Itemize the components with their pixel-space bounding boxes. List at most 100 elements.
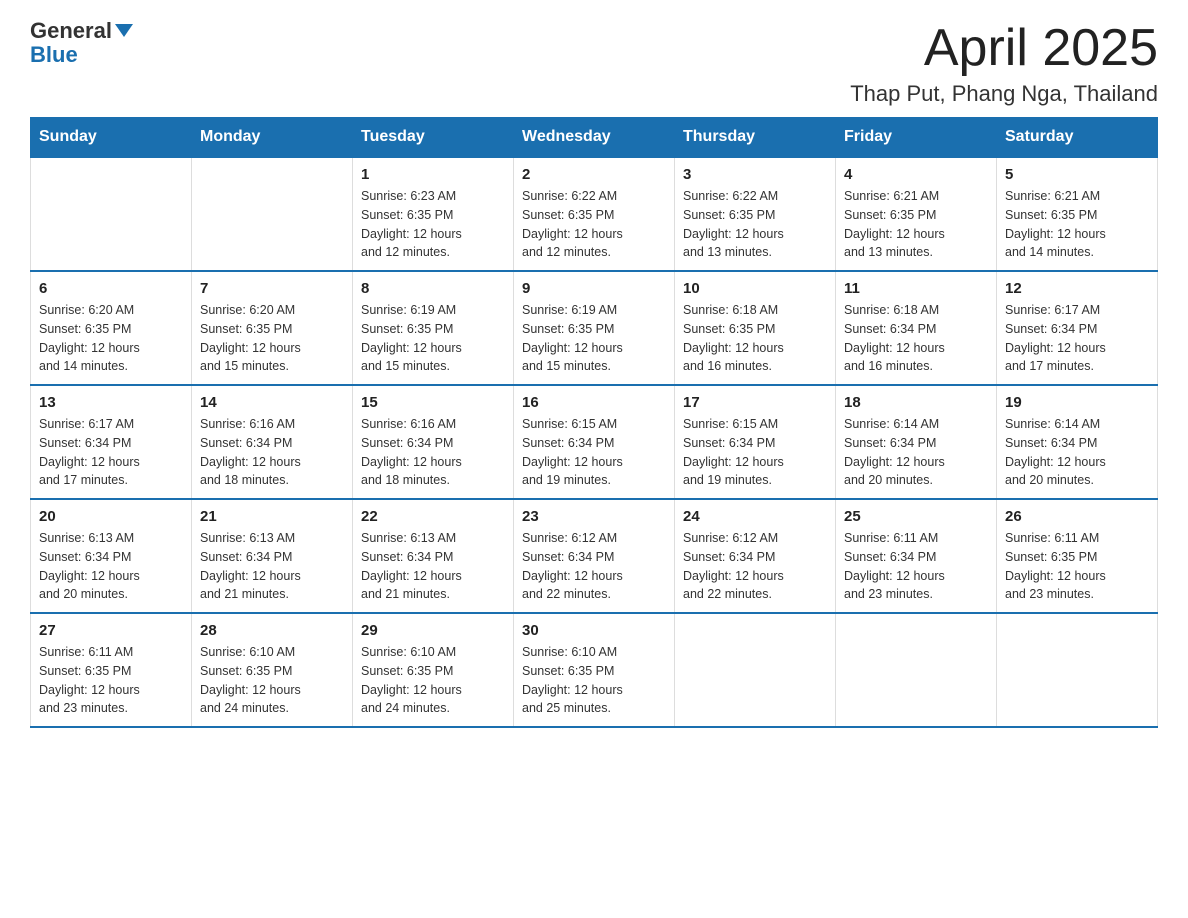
day-number: 24: [683, 508, 827, 525]
calendar-table: SundayMondayTuesdayWednesdayThursdayFrid…: [30, 117, 1158, 728]
weekday-header-friday: Friday: [836, 118, 997, 158]
day-number: 9: [522, 280, 666, 297]
day-info: Sunrise: 6:16 AM Sunset: 6:34 PM Dayligh…: [200, 415, 344, 490]
day-info: Sunrise: 6:11 AM Sunset: 6:35 PM Dayligh…: [39, 643, 183, 718]
calendar-cell: 10 Sunrise: 6:18 AM Sunset: 6:35 PM Dayli…: [675, 271, 836, 385]
calendar-week-5: 27 Sunrise: 6:11 AM Sunset: 6:35 PM Dayli…: [31, 613, 1158, 727]
calendar-cell: 27 Sunrise: 6:11 AM Sunset: 6:35 PM Dayli…: [31, 613, 192, 727]
day-info: Sunrise: 6:14 AM Sunset: 6:34 PM Dayligh…: [844, 415, 988, 490]
day-info: Sunrise: 6:16 AM Sunset: 6:34 PM Dayligh…: [361, 415, 505, 490]
calendar-cell: 18 Sunrise: 6:14 AM Sunset: 6:34 PM Dayli…: [836, 385, 997, 499]
calendar-week-2: 6 Sunrise: 6:20 AM Sunset: 6:35 PM Daylig…: [31, 271, 1158, 385]
weekday-header-sunday: Sunday: [31, 118, 192, 158]
day-info: Sunrise: 6:11 AM Sunset: 6:35 PM Dayligh…: [1005, 529, 1149, 604]
day-info: Sunrise: 6:17 AM Sunset: 6:34 PM Dayligh…: [1005, 301, 1149, 376]
day-info: Sunrise: 6:20 AM Sunset: 6:35 PM Dayligh…: [39, 301, 183, 376]
day-info: Sunrise: 6:15 AM Sunset: 6:34 PM Dayligh…: [522, 415, 666, 490]
calendar-cell: 29 Sunrise: 6:10 AM Sunset: 6:35 PM Dayli…: [353, 613, 514, 727]
day-number: 16: [522, 394, 666, 411]
main-title: April 2025: [850, 20, 1158, 77]
day-number: 14: [200, 394, 344, 411]
calendar-cell: [997, 613, 1158, 727]
calendar-cell: 17 Sunrise: 6:15 AM Sunset: 6:34 PM Dayli…: [675, 385, 836, 499]
day-number: 5: [1005, 166, 1149, 183]
day-info: Sunrise: 6:17 AM Sunset: 6:34 PM Dayligh…: [39, 415, 183, 490]
day-info: Sunrise: 6:21 AM Sunset: 6:35 PM Dayligh…: [1005, 187, 1149, 262]
day-info: Sunrise: 6:13 AM Sunset: 6:34 PM Dayligh…: [361, 529, 505, 604]
day-info: Sunrise: 6:10 AM Sunset: 6:35 PM Dayligh…: [522, 643, 666, 718]
day-number: 27: [39, 622, 183, 639]
day-info: Sunrise: 6:23 AM Sunset: 6:35 PM Dayligh…: [361, 187, 505, 262]
day-number: 26: [1005, 508, 1149, 525]
calendar-cell: 13Sunrise: 6:17 AM Sunset: 6:34 PM Dayli…: [31, 385, 192, 499]
day-info: Sunrise: 6:12 AM Sunset: 6:34 PM Dayligh…: [683, 529, 827, 604]
calendar-cell: 4Sunrise: 6:21 AM Sunset: 6:35 PM Daylig…: [836, 157, 997, 271]
day-info: Sunrise: 6:22 AM Sunset: 6:35 PM Dayligh…: [683, 187, 827, 262]
calendar-cell: [836, 613, 997, 727]
day-info: Sunrise: 6:13 AM Sunset: 6:34 PM Dayligh…: [39, 529, 183, 604]
day-number: 21: [200, 508, 344, 525]
day-number: 29: [361, 622, 505, 639]
day-number: 1: [361, 166, 505, 183]
calendar-cell: [675, 613, 836, 727]
day-number: 23: [522, 508, 666, 525]
calendar-cell: 20 Sunrise: 6:13 AM Sunset: 6:34 PM Dayli…: [31, 499, 192, 613]
day-number: 4: [844, 166, 988, 183]
calendar-cell: 11Sunrise: 6:18 AM Sunset: 6:34 PM Dayli…: [836, 271, 997, 385]
calendar-cell: 21 Sunrise: 6:13 AM Sunset: 6:34 PM Dayli…: [192, 499, 353, 613]
calendar-cell: 16 Sunrise: 6:15 AM Sunset: 6:34 PM Dayli…: [514, 385, 675, 499]
calendar-cell: 8Sunrise: 6:19 AM Sunset: 6:35 PM Daylig…: [353, 271, 514, 385]
calendar-week-1: 1 Sunrise: 6:23 AM Sunset: 6:35 PM Daylig…: [31, 157, 1158, 271]
calendar-cell: 24 Sunrise: 6:12 AM Sunset: 6:34 PM Dayli…: [675, 499, 836, 613]
day-info: Sunrise: 6:11 AM Sunset: 6:34 PM Dayligh…: [844, 529, 988, 604]
calendar-cell: 3 Sunrise: 6:22 AM Sunset: 6:35 PM Daylig…: [675, 157, 836, 271]
day-number: 2: [522, 166, 666, 183]
day-number: 3: [683, 166, 827, 183]
logo-arrow-icon: [115, 24, 133, 37]
day-info: Sunrise: 6:10 AM Sunset: 6:35 PM Dayligh…: [200, 643, 344, 718]
logo: General Blue: [30, 20, 133, 68]
day-number: 17: [683, 394, 827, 411]
day-info: Sunrise: 6:10 AM Sunset: 6:35 PM Dayligh…: [361, 643, 505, 718]
day-number: 10: [683, 280, 827, 297]
logo-blue: Blue: [30, 42, 78, 68]
day-number: 8: [361, 280, 505, 297]
day-number: 18: [844, 394, 988, 411]
calendar-cell: 15 Sunrise: 6:16 AM Sunset: 6:34 PM Dayli…: [353, 385, 514, 499]
title-section: April 2025 Thap Put, Phang Nga, Thailand: [850, 20, 1158, 107]
weekday-header-tuesday: Tuesday: [353, 118, 514, 158]
calendar-cell: 19Sunrise: 6:14 AM Sunset: 6:34 PM Dayli…: [997, 385, 1158, 499]
day-info: Sunrise: 6:19 AM Sunset: 6:35 PM Dayligh…: [522, 301, 666, 376]
calendar-cell: 1 Sunrise: 6:23 AM Sunset: 6:35 PM Daylig…: [353, 157, 514, 271]
logo-general: General: [30, 20, 112, 42]
calendar-cell: [31, 157, 192, 271]
day-info: Sunrise: 6:18 AM Sunset: 6:35 PM Dayligh…: [683, 301, 827, 376]
weekday-header-monday: Monday: [192, 118, 353, 158]
calendar-cell: 23Sunrise: 6:12 AM Sunset: 6:34 PM Dayli…: [514, 499, 675, 613]
day-number: 25: [844, 508, 988, 525]
day-number: 12: [1005, 280, 1149, 297]
calendar-cell: 30 Sunrise: 6:10 AM Sunset: 6:35 PM Dayli…: [514, 613, 675, 727]
calendar-cell: 5 Sunrise: 6:21 AM Sunset: 6:35 PM Daylig…: [997, 157, 1158, 271]
day-info: Sunrise: 6:15 AM Sunset: 6:34 PM Dayligh…: [683, 415, 827, 490]
calendar-cell: [192, 157, 353, 271]
calendar-header-row: SundayMondayTuesdayWednesdayThursdayFrid…: [31, 118, 1158, 158]
day-number: 20: [39, 508, 183, 525]
weekday-header-thursday: Thursday: [675, 118, 836, 158]
day-info: Sunrise: 6:13 AM Sunset: 6:34 PM Dayligh…: [200, 529, 344, 604]
calendar-week-3: 13Sunrise: 6:17 AM Sunset: 6:34 PM Dayli…: [31, 385, 1158, 499]
page-header: General Blue April 2025 Thap Put, Phang …: [30, 20, 1158, 107]
day-number: 30: [522, 622, 666, 639]
calendar-cell: 14 Sunrise: 6:16 AM Sunset: 6:34 PM Dayli…: [192, 385, 353, 499]
calendar-cell: 12 Sunrise: 6:17 AM Sunset: 6:34 PM Dayli…: [997, 271, 1158, 385]
calendar-week-4: 20 Sunrise: 6:13 AM Sunset: 6:34 PM Dayli…: [31, 499, 1158, 613]
calendar-cell: 7 Sunrise: 6:20 AM Sunset: 6:35 PM Daylig…: [192, 271, 353, 385]
day-number: 6: [39, 280, 183, 297]
subtitle: Thap Put, Phang Nga, Thailand: [850, 81, 1158, 107]
day-number: 15: [361, 394, 505, 411]
calendar-cell: 2Sunrise: 6:22 AM Sunset: 6:35 PM Daylig…: [514, 157, 675, 271]
calendar-cell: 25 Sunrise: 6:11 AM Sunset: 6:34 PM Dayli…: [836, 499, 997, 613]
day-number: 7: [200, 280, 344, 297]
day-number: 11: [844, 280, 988, 297]
day-info: Sunrise: 6:20 AM Sunset: 6:35 PM Dayligh…: [200, 301, 344, 376]
